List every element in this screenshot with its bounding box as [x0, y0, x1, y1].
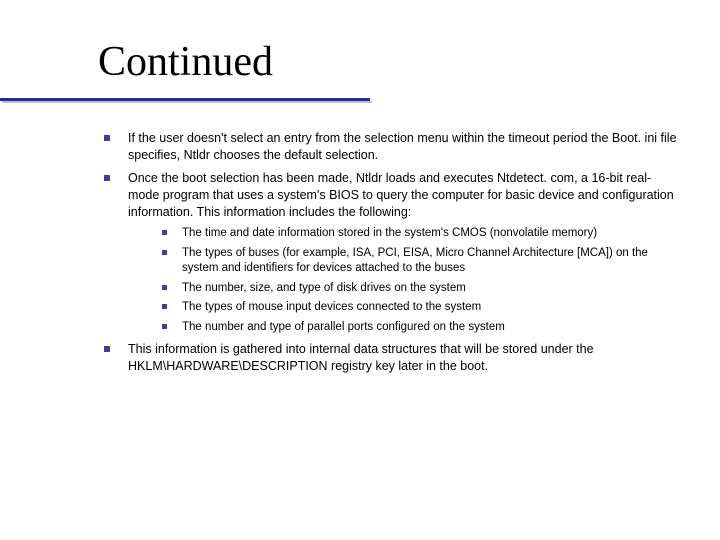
slide: Continued If the user doesn't select an …	[0, 0, 720, 540]
title-underline	[0, 98, 370, 101]
list-item: Once the boot selection has been made, N…	[100, 170, 680, 336]
slide-content: If the user doesn't select an entry from…	[100, 130, 680, 381]
list-item: The time and date information stored in …	[158, 226, 680, 242]
sub-bullet-list: The time and date information stored in …	[128, 226, 680, 335]
bullet-text: The types of mouse input devices connect…	[182, 301, 481, 313]
list-item: The types of mouse input devices connect…	[158, 300, 680, 316]
bullet-text: This information is gathered into intern…	[128, 342, 594, 373]
bullet-text: If the user doesn't select an entry from…	[128, 131, 677, 162]
bullet-text: The types of buses (for example, ISA, PC…	[182, 247, 648, 275]
list-item: If the user doesn't select an entry from…	[100, 130, 680, 164]
bullet-list: If the user doesn't select an entry from…	[100, 130, 680, 375]
title-underline-shadow	[2, 101, 372, 103]
bullet-text: The number and type of parallel ports co…	[182, 321, 505, 333]
slide-title: Continued	[98, 38, 273, 86]
list-item: The number, size, and type of disk drive…	[158, 281, 680, 297]
bullet-text: Once the boot selection has been made, N…	[128, 171, 674, 219]
bullet-text: The number, size, and type of disk drive…	[182, 282, 466, 294]
list-item: The number and type of parallel ports co…	[158, 320, 680, 336]
list-item: This information is gathered into intern…	[100, 341, 680, 375]
bullet-text: The time and date information stored in …	[182, 227, 597, 239]
list-item: The types of buses (for example, ISA, PC…	[158, 246, 680, 277]
